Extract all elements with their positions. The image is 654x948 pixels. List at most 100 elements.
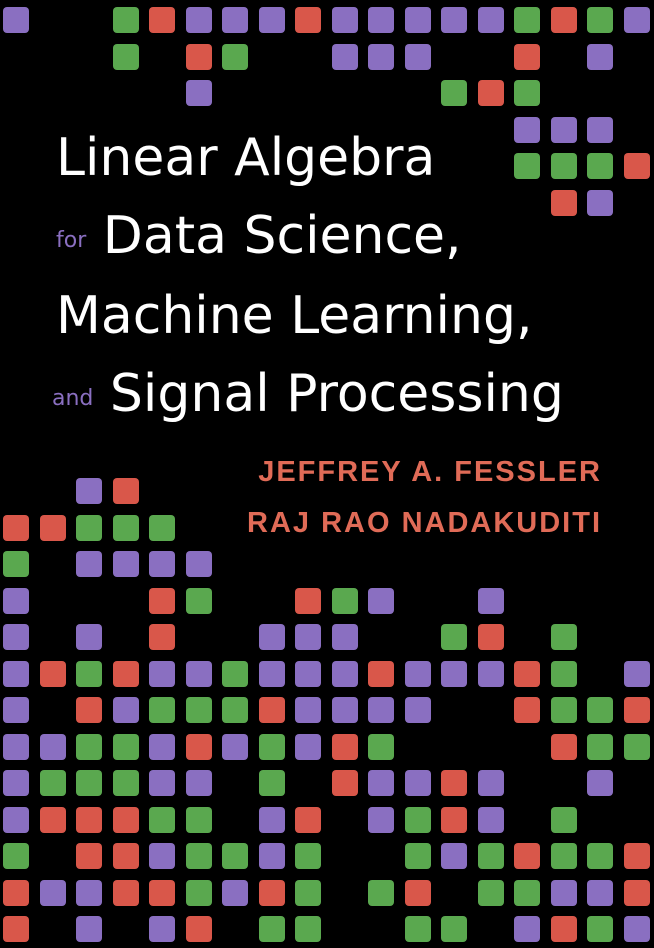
red-tile xyxy=(295,587,321,614)
red-tile xyxy=(514,660,540,687)
purple-tile xyxy=(404,7,431,33)
green-tile xyxy=(185,879,212,906)
purple-tile xyxy=(3,7,29,33)
purple-tile xyxy=(258,660,285,687)
purple-tile xyxy=(550,879,577,906)
purple-tile xyxy=(295,697,321,723)
green-tile xyxy=(76,660,102,687)
green-tile xyxy=(222,697,248,723)
title-line-4: and Signal Processing xyxy=(52,364,654,424)
green-tile xyxy=(112,770,139,796)
red-tile xyxy=(112,478,139,504)
red-tile xyxy=(76,806,102,833)
red-tile xyxy=(623,697,650,723)
red-tile xyxy=(514,697,540,723)
green-tile xyxy=(368,733,394,760)
red-tile xyxy=(149,587,175,614)
purple-tile xyxy=(3,733,29,760)
purple-tile xyxy=(404,43,431,70)
purple-tile xyxy=(368,7,394,33)
green-tile xyxy=(295,916,321,942)
red-tile xyxy=(441,770,467,796)
green-tile xyxy=(149,514,175,541)
green-tile xyxy=(550,843,577,869)
red-tile xyxy=(149,624,175,650)
purple-tile xyxy=(441,660,467,687)
red-tile xyxy=(3,916,29,942)
green-tile xyxy=(331,587,358,614)
purple-tile xyxy=(3,624,29,650)
red-tile xyxy=(3,514,29,541)
green-tile xyxy=(587,733,613,760)
green-tile xyxy=(185,587,212,614)
green-tile xyxy=(550,806,577,833)
purple-tile xyxy=(185,551,212,577)
purple-tile xyxy=(368,697,394,723)
red-tile xyxy=(76,697,102,723)
purple-tile xyxy=(587,770,613,796)
purple-tile xyxy=(39,733,66,760)
purple-tile xyxy=(112,697,139,723)
green-tile xyxy=(185,806,212,833)
purple-tile xyxy=(222,733,248,760)
purple-tile xyxy=(3,770,29,796)
purple-tile xyxy=(185,770,212,796)
purple-tile xyxy=(331,697,358,723)
green-tile xyxy=(477,843,504,869)
purple-tile xyxy=(39,879,66,906)
green-tile xyxy=(149,806,175,833)
purple-tile xyxy=(477,806,504,833)
purple-tile xyxy=(368,770,394,796)
red-tile xyxy=(39,806,66,833)
green-tile xyxy=(514,7,540,33)
green-tile xyxy=(112,7,139,33)
purple-tile xyxy=(76,551,102,577)
purple-tile xyxy=(3,697,29,723)
purple-tile xyxy=(441,7,467,33)
purple-tile xyxy=(222,7,248,33)
red-tile xyxy=(514,43,540,70)
green-tile xyxy=(258,733,285,760)
purple-tile xyxy=(295,624,321,650)
green-tile xyxy=(185,697,212,723)
red-tile xyxy=(368,660,394,687)
for-word: for xyxy=(56,228,87,253)
green-tile xyxy=(514,879,540,906)
red-tile xyxy=(623,879,650,906)
purple-tile xyxy=(295,733,321,760)
purple-tile xyxy=(441,843,467,869)
purple-tile xyxy=(149,551,175,577)
green-tile xyxy=(587,697,613,723)
green-tile xyxy=(368,879,394,906)
purple-tile xyxy=(76,916,102,942)
red-tile xyxy=(39,660,66,687)
and-word: and xyxy=(52,386,94,411)
green-tile xyxy=(112,43,139,70)
purple-tile xyxy=(623,7,650,33)
purple-tile xyxy=(185,80,212,106)
red-tile xyxy=(112,879,139,906)
purple-tile xyxy=(149,843,175,869)
green-tile xyxy=(587,7,613,33)
title-text-2: Data Science, xyxy=(102,206,462,266)
purple-tile xyxy=(149,916,175,942)
green-tile xyxy=(3,551,29,577)
red-tile xyxy=(404,879,431,906)
red-tile xyxy=(295,7,321,33)
red-tile xyxy=(331,770,358,796)
red-tile xyxy=(39,514,66,541)
purple-tile xyxy=(514,916,540,942)
red-tile xyxy=(550,916,577,942)
green-tile xyxy=(258,770,285,796)
purple-tile xyxy=(368,806,394,833)
green-tile xyxy=(112,514,139,541)
green-tile xyxy=(295,879,321,906)
title-text-1: Linear Algebra xyxy=(56,128,436,188)
red-tile xyxy=(149,7,175,33)
green-tile xyxy=(550,697,577,723)
green-tile xyxy=(441,80,467,106)
purple-tile xyxy=(258,806,285,833)
red-tile xyxy=(185,733,212,760)
purple-tile xyxy=(3,660,29,687)
green-tile xyxy=(514,80,540,106)
